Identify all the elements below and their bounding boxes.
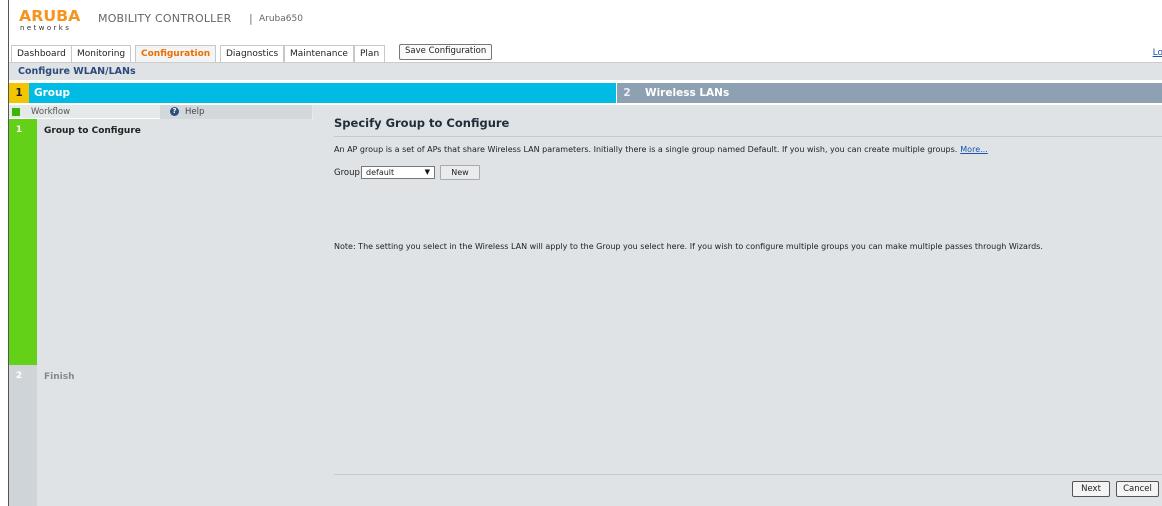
more-link[interactable]: More... bbox=[960, 145, 987, 154]
aruba-logo: ARUBA networks bbox=[19, 9, 83, 35]
step-group[interactable]: 1 Group bbox=[9, 83, 616, 103]
page-title-bar: Configure WLAN/LANs bbox=[9, 62, 1162, 80]
workflow-step-number: 2 bbox=[15, 371, 23, 381]
title-divider bbox=[334, 136, 1162, 137]
help-label: Help bbox=[185, 107, 205, 117]
step-number: 2 bbox=[623, 87, 631, 99]
brand-name: ARUBA bbox=[19, 7, 81, 25]
step-number: 1 bbox=[9, 83, 29, 103]
device-name: Aruba650 bbox=[259, 14, 303, 24]
workflow-step-active-bar: 1 bbox=[9, 119, 37, 365]
workflow-step-number: 1 bbox=[15, 125, 23, 135]
question-icon: ? bbox=[170, 107, 179, 116]
main-nav: Dashboard Monitoring Configuration Diagn… bbox=[9, 42, 1162, 62]
tab-monitoring[interactable]: Monitoring bbox=[71, 45, 132, 62]
group-label: Group bbox=[334, 168, 360, 178]
workflow-label: Workflow bbox=[31, 107, 71, 117]
group-select-value: default bbox=[366, 168, 395, 177]
step-label: Wireless LANs bbox=[645, 87, 730, 99]
workflow-status-icon bbox=[12, 108, 20, 116]
group-description: An AP group is a set of APs that share W… bbox=[334, 145, 988, 154]
header: ARUBA networks MOBILITY CONTROLLER | Aru… bbox=[9, 0, 1162, 42]
cancel-button[interactable]: Cancel bbox=[1116, 481, 1159, 497]
tab-dashboard[interactable]: Dashboard bbox=[11, 45, 72, 62]
help-button[interactable]: ? Help bbox=[160, 105, 312, 119]
workflow-item-group-to-configure[interactable]: Group to Configure bbox=[44, 126, 141, 136]
section-title: Specify Group to Configure bbox=[334, 116, 510, 130]
brand-sub: networks bbox=[20, 24, 72, 32]
main-panel: Specify Group to Configure An AP group i… bbox=[313, 105, 1162, 506]
new-group-button[interactable]: New bbox=[440, 165, 480, 180]
next-button[interactable]: Next bbox=[1072, 481, 1110, 497]
page-title: Configure WLAN/LANs bbox=[18, 66, 136, 77]
app-frame: ARUBA networks MOBILITY CONTROLLER | Aru… bbox=[8, 0, 1162, 506]
footer-divider bbox=[334, 474, 1162, 475]
dropdown-arrow-icon: ▼ bbox=[424, 168, 430, 176]
tab-configuration[interactable]: Configuration bbox=[135, 45, 217, 62]
tab-maintenance[interactable]: Maintenance bbox=[284, 45, 354, 62]
header-separator: | bbox=[249, 12, 253, 25]
wizard-steps: 1 Group 2 Wireless LANs bbox=[9, 83, 1162, 103]
workflow-header: Workflow ? Help bbox=[9, 105, 313, 119]
tab-diagnostics[interactable]: Diagnostics bbox=[220, 45, 285, 62]
tab-plan[interactable]: Plan bbox=[354, 45, 386, 62]
note-text: Note: The setting you select in the Wire… bbox=[334, 242, 1043, 251]
save-configuration-button[interactable]: Save Configuration bbox=[399, 44, 493, 60]
workflow-step-inactive-bar: 2 bbox=[9, 365, 37, 506]
workflow-item-finish[interactable]: Finish bbox=[44, 372, 75, 382]
description-text: An AP group is a set of APs that share W… bbox=[334, 145, 958, 154]
logout-link[interactable]: Lo bbox=[1153, 48, 1162, 58]
step-label: Group bbox=[34, 87, 71, 99]
workflow-panel: Workflow ? Help 1 Group to Configure 2 F… bbox=[9, 105, 313, 506]
step-wireless-lans[interactable]: 2 Wireless LANs bbox=[617, 83, 1162, 103]
product-name: MOBILITY CONTROLLER bbox=[98, 12, 232, 25]
group-select[interactable]: default ▼ bbox=[361, 166, 435, 179]
